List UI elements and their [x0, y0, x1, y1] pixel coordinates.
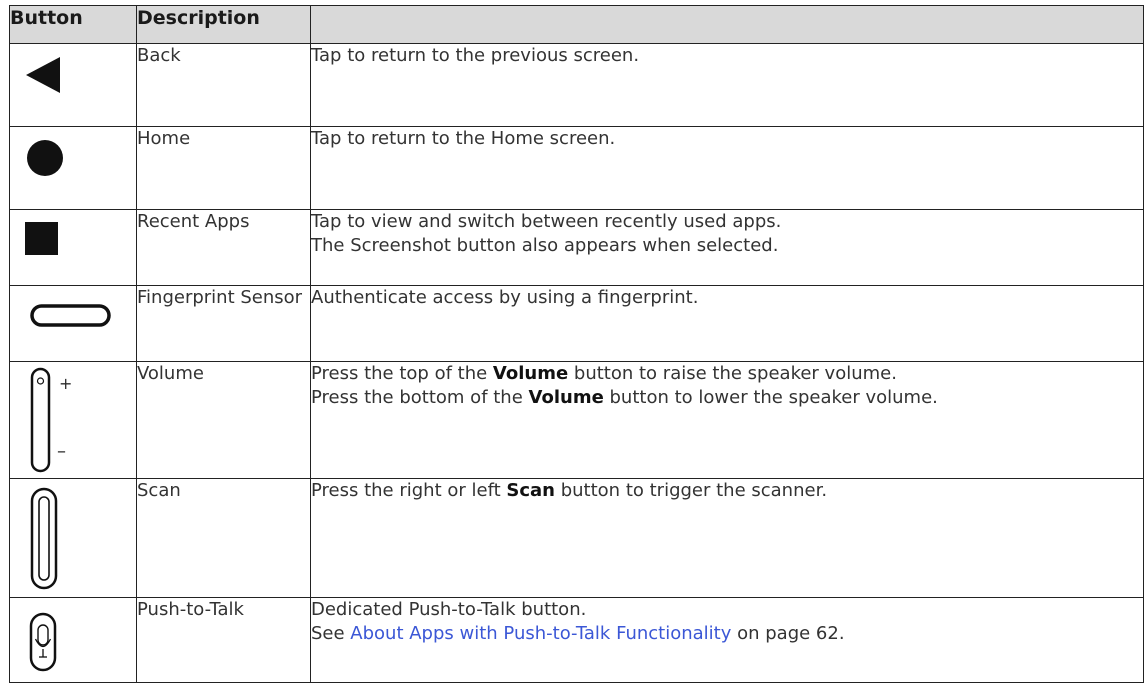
table-row: Home Tap to return to the Home screen.	[9, 126, 1144, 210]
icon-cell	[9, 209, 137, 286]
button-name: Home	[136, 126, 311, 210]
description-line: Tap to return to the previous screen.	[311, 45, 640, 66]
description-line: Authenticate access by using a fingerpri…	[311, 287, 699, 308]
table-row: Fingerprint Sensor Authenticate access b…	[9, 285, 1144, 362]
description-line: Press the right or left Scan button to t…	[311, 480, 828, 501]
bold-term: Volume	[492, 363, 569, 384]
button-name: Push-to-Talk	[136, 597, 311, 683]
bold-term: Volume	[528, 387, 604, 408]
volume-button-icon	[30, 367, 51, 473]
button-name: Recent Apps	[136, 209, 311, 286]
description-line: Press the top of the Volume button to ra…	[311, 363, 897, 384]
table-row: + – Volume Press the top of the Volume b…	[9, 361, 1144, 479]
button-description: Dedicated Push-to-Talk button. See About…	[310, 597, 1144, 683]
button-description: Press the top of the Volume button to ra…	[310, 361, 1144, 479]
button-description: Press the right or left Scan button to t…	[310, 478, 1144, 598]
table-row: Back Tap to return to the previous scree…	[9, 43, 1144, 127]
table-row: Scan Press the right or left Scan button…	[9, 478, 1144, 598]
description-line: See About Apps with Push-to-Talk Functio…	[311, 623, 845, 644]
button-description-table: Button Description Back Tap to return to…	[9, 5, 1144, 683]
icon-cell	[9, 126, 137, 210]
button-name: Back	[136, 43, 311, 127]
icon-cell	[9, 597, 137, 683]
push-to-talk-apps-link[interactable]: About Apps with Push-to-Talk Functionali…	[350, 623, 731, 644]
button-description: Tap to view and switch between recently …	[310, 209, 1144, 286]
button-description: Authenticate access by using a fingerpri…	[310, 285, 1144, 362]
scan-button-icon	[30, 487, 58, 590]
icon-cell	[9, 43, 137, 127]
button-name: Volume	[136, 361, 311, 479]
description-line: Tap to return to the Home screen.	[311, 128, 616, 149]
recent-apps-square-icon	[25, 222, 58, 255]
button-name: Fingerprint Sensor	[136, 285, 311, 362]
fingerprint-sensor-icon	[30, 304, 111, 327]
table-header-row: Button Description	[9, 5, 1144, 44]
table-row: Recent Apps Tap to view and switch betwe…	[9, 209, 1144, 286]
description-line: Press the bottom of the Volume button to…	[311, 387, 938, 408]
volume-minus-symbol: –	[57, 441, 66, 462]
icon-cell	[9, 285, 137, 362]
button-description: Tap to return to the Home screen.	[310, 126, 1144, 210]
icon-cell	[9, 478, 137, 598]
push-to-talk-button-icon	[29, 612, 57, 672]
button-description: Tap to return to the previous screen.	[310, 43, 1144, 127]
header-fill	[310, 5, 1144, 44]
volume-plus-symbol: +	[59, 374, 73, 393]
icon-cell: + –	[9, 361, 137, 479]
table-row: Push-to-Talk Dedicated Push-to-Talk butt…	[9, 597, 1144, 683]
back-triangle-icon	[26, 57, 60, 93]
description-line: Tap to view and switch between recently …	[311, 211, 782, 232]
bold-term: Scan	[506, 480, 555, 501]
button-name: Scan	[136, 478, 311, 598]
home-circle-icon	[27, 140, 63, 176]
header-button: Button	[9, 5, 137, 44]
header-description: Description	[136, 5, 311, 44]
description-line: The Screenshot button also appears when …	[311, 235, 779, 256]
description-line: Dedicated Push-to-Talk button.	[311, 599, 587, 620]
